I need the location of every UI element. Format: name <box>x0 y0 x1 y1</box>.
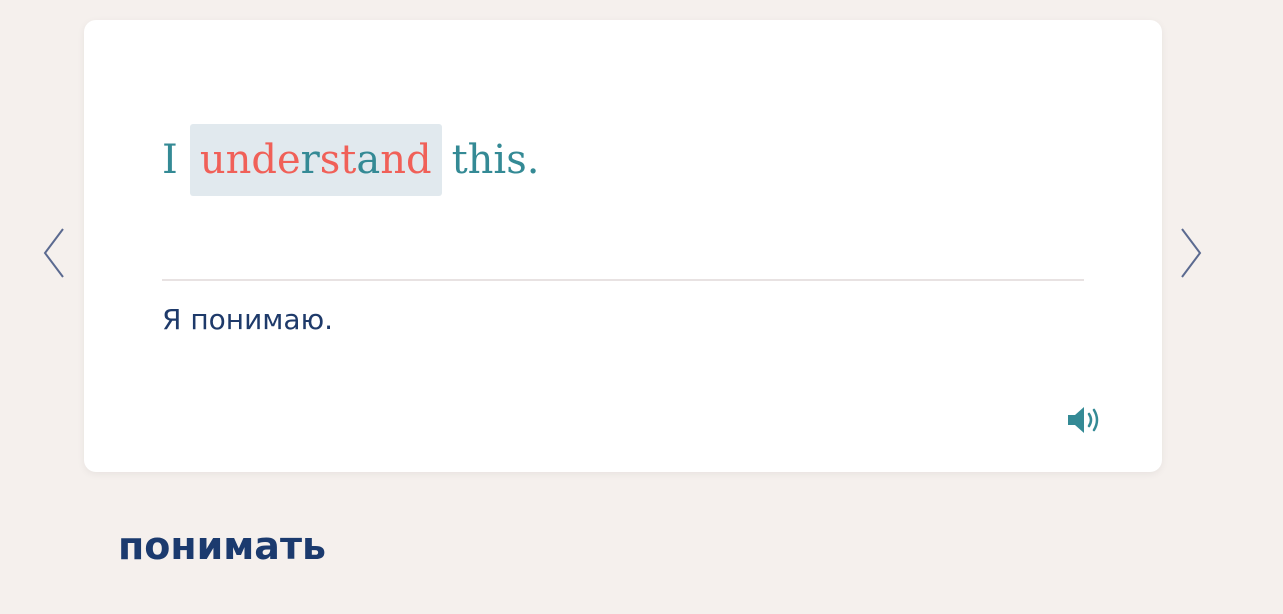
target-word-part: st <box>319 137 357 183</box>
chevron-right-icon <box>1181 228 1202 278</box>
sentence-word-after: this. <box>451 137 540 183</box>
next-button[interactable] <box>1178 226 1204 280</box>
target-word-part: r <box>300 137 320 183</box>
speaker-icon <box>1068 407 1099 433</box>
example-sentence: I understand this. <box>162 124 539 196</box>
target-word-part: nd <box>380 137 432 183</box>
target-word-part: a <box>356 137 381 183</box>
chevron-left-icon <box>43 228 64 278</box>
sentence-card: I understand this. Я понимаю. <box>84 20 1162 472</box>
prev-button[interactable] <box>41 226 67 280</box>
target-word[interactable]: understand <box>189 124 442 196</box>
target-word-part: unde <box>199 137 301 183</box>
sentence-word-before: I <box>162 137 178 183</box>
sentence-translation: Я понимаю. <box>162 303 334 336</box>
divider <box>162 279 1084 281</box>
play-audio-button[interactable] <box>1066 404 1102 436</box>
vocabulary-word: понимать <box>118 524 326 568</box>
